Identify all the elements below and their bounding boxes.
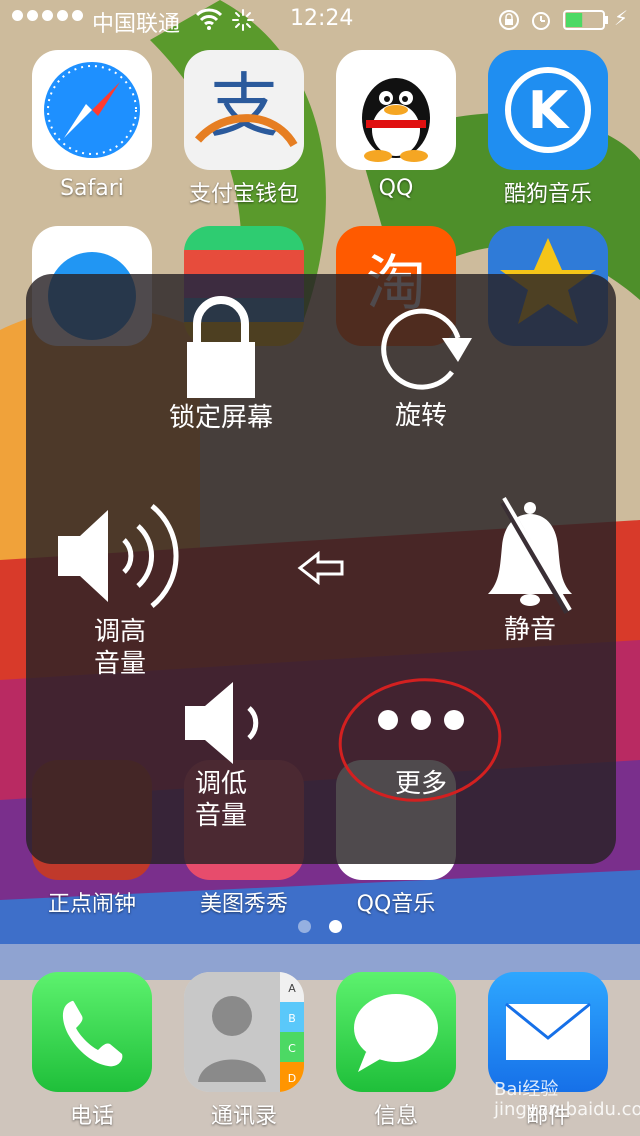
contacts-icon: A B C D	[184, 972, 304, 1092]
mail-icon	[488, 972, 608, 1092]
mute-bell-icon	[488, 496, 572, 614]
dock-messages[interactable]: 信息	[336, 972, 456, 1130]
rotation-lock-icon	[499, 10, 519, 30]
safari-compass-icon	[32, 50, 152, 170]
alarm-clock-icon	[532, 12, 550, 30]
signal-strength-icon	[12, 10, 83, 21]
status-time: 12:24	[290, 6, 354, 31]
volume-down-icon	[185, 682, 259, 764]
volume-down-label-1: 调低	[194, 769, 247, 799]
rotate-button[interactable]: 旋转	[356, 300, 486, 432]
svg-text:支: 支	[209, 65, 279, 147]
back-arrow-icon	[297, 550, 344, 586]
baidu-watermark: Bai经验 jingyan.baidu.com	[494, 1079, 640, 1120]
volume-up-label-2: 音量	[93, 649, 146, 679]
volume-up-button[interactable]: 调高 音量	[50, 496, 190, 680]
red-highlight-circle	[338, 678, 502, 802]
alipay-icon: 支	[184, 50, 304, 170]
app-alipay[interactable]: 支 支付宝钱包	[184, 50, 304, 208]
lock-screen-label: 锁定屏幕	[168, 403, 273, 433]
qq-penguin-icon	[336, 50, 456, 170]
page-dot[interactable]	[298, 920, 311, 933]
app-label: QQ	[378, 176, 414, 201]
app-label: Safari	[60, 176, 124, 201]
mute-button[interactable]: 静音	[470, 494, 590, 646]
app-label: 信息	[373, 1104, 418, 1129]
contacts-tab-c: C	[288, 1042, 296, 1055]
mute-label: 静音	[503, 615, 556, 645]
messages-icon	[336, 972, 456, 1092]
kugou-icon: K	[488, 50, 608, 170]
battery-icon	[563, 10, 608, 30]
volume-up-label-1: 调高	[93, 617, 146, 647]
lock-screen-button[interactable]: 锁定屏幕	[146, 292, 296, 434]
contacts-tab-b: B	[288, 1012, 296, 1025]
charging-bolt-icon: ⚡	[614, 6, 629, 30]
page-indicator[interactable]	[0, 920, 640, 933]
app-label: QQ音乐	[356, 892, 436, 917]
lock-icon	[187, 296, 255, 398]
dock-phone[interactable]: 电话	[32, 972, 152, 1130]
volume-down-button[interactable]: 调低 音量	[166, 678, 276, 832]
app-safari[interactable]: Safari	[32, 50, 152, 201]
back-button[interactable]	[296, 550, 346, 586]
app-kugou[interactable]: K 酷狗音乐	[488, 50, 608, 208]
app-label: 酷狗音乐	[503, 182, 592, 207]
contacts-tab-d: D	[288, 1072, 296, 1085]
dock-contacts[interactable]: A B C D 通讯录	[184, 972, 304, 1130]
app-label: 正点闹钟	[47, 892, 136, 917]
activity-spinner-icon	[232, 9, 254, 31]
page-dot-active[interactable]	[329, 920, 342, 933]
wifi-icon	[196, 8, 222, 30]
rotate-icon	[381, 308, 472, 390]
phone-icon	[32, 972, 152, 1092]
app-label: 电话	[69, 1104, 114, 1129]
contacts-tab-a: A	[288, 982, 296, 995]
svg-text:K: K	[528, 81, 570, 141]
volume-down-label-2: 音量	[194, 801, 247, 831]
volume-up-icon	[58, 504, 179, 608]
app-label: 支付宝钱包	[188, 182, 299, 207]
app-qq[interactable]: QQ	[336, 50, 456, 201]
assistive-touch-panel: 锁定屏幕 旋转 调高 音量 静音 调低 音量 更多	[26, 274, 616, 864]
rotate-label: 旋转	[394, 401, 447, 431]
status-bar: 中国联通 12:24 ⚡	[0, 0, 640, 40]
carrier-name: 中国联通	[92, 12, 181, 37]
app-label: 通讯录	[210, 1104, 277, 1129]
app-label: 美图秀秀	[199, 892, 288, 917]
